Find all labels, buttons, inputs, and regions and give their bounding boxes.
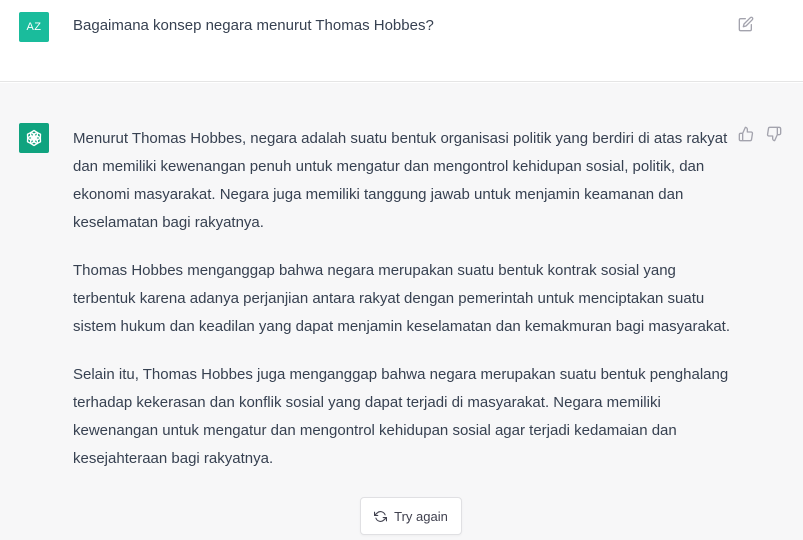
- assistant-paragraph: Thomas Hobbes menganggap bahwa negara me…: [73, 262, 731, 335]
- assistant-paragraph: Menurut Thomas Hobbes, negara adalah sua…: [73, 130, 728, 231]
- user-message-text: Bagaimana konsep negara menurut Thomas H…: [73, 17, 434, 34]
- openai-logo-icon: [19, 123, 49, 153]
- user-avatar-initials: AZ: [26, 21, 42, 33]
- assistant-paragraph: Selain itu, Thomas Hobbes juga mengangga…: [73, 366, 729, 467]
- refresh-icon: [374, 510, 388, 523]
- chat-thread: AZ Bagaimana konsep negara menurut Thoma…: [0, 0, 803, 540]
- edit-icon[interactable]: [736, 14, 756, 34]
- try-again-button[interactable]: Try again: [360, 497, 462, 535]
- user-message: AZ Bagaimana konsep negara menurut Thoma…: [0, 0, 803, 82]
- assistant-message: Menurut Thomas Hobbes, negara adalah sua…: [0, 83, 803, 540]
- thumbs-up-icon[interactable]: [737, 125, 755, 143]
- try-again-label: Try again: [394, 508, 448, 524]
- user-avatar: AZ: [19, 12, 49, 42]
- assistant-message-body: Menurut Thomas Hobbes, negara adalah sua…: [73, 125, 733, 493]
- thumbs-down-icon[interactable]: [765, 125, 783, 143]
